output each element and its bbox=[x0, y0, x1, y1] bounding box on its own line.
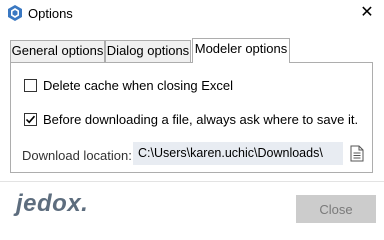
checkmark-icon bbox=[25, 115, 36, 124]
close-button[interactable]: Close bbox=[296, 195, 376, 223]
delete-cache-checkbox[interactable] bbox=[24, 79, 37, 92]
delete-cache-option[interactable]: Delete cache when closing Excel bbox=[24, 78, 233, 93]
window-title: Options bbox=[28, 6, 73, 21]
tab-general-options[interactable]: General options bbox=[10, 40, 105, 62]
delete-cache-label: Delete cache when closing Excel bbox=[43, 78, 234, 93]
download-location-label: Download location: bbox=[22, 148, 132, 163]
tab-modeler-options[interactable]: Modeler options bbox=[192, 38, 290, 63]
jedox-logo: jedox. bbox=[16, 190, 89, 217]
download-location-field[interactable]: C:\Users\karen.uchic\Downloads\ bbox=[133, 142, 343, 165]
ask-download-location-option[interactable]: Before downloading a file, always ask wh… bbox=[24, 112, 358, 127]
title-bar: Options ✕ bbox=[0, 0, 384, 28]
tab-dialog-options[interactable]: Dialog options bbox=[105, 40, 191, 62]
ask-download-location-checkbox[interactable] bbox=[24, 113, 37, 126]
document-browse-icon[interactable] bbox=[350, 145, 364, 162]
ask-download-location-label: Before downloading a file, always ask wh… bbox=[43, 112, 359, 127]
app-icon bbox=[8, 5, 22, 21]
footer-divider bbox=[0, 181, 384, 182]
close-icon[interactable]: ✕ bbox=[356, 2, 378, 24]
